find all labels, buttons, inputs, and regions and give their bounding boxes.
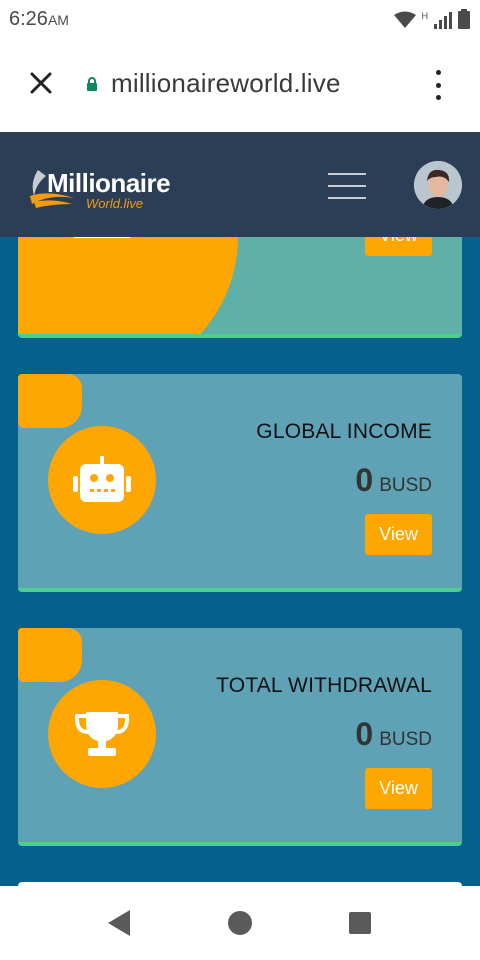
status-icons: H: [393, 9, 470, 29]
user-photo: [414, 161, 462, 209]
card-icon-circle: [48, 426, 156, 534]
close-icon[interactable]: [26, 68, 56, 98]
view-button[interactable]: View: [365, 514, 432, 555]
logo-title: Millionaire: [47, 168, 171, 198]
wifi-icon: [393, 11, 416, 28]
network-label: H: [421, 11, 429, 21]
card-accent-shape: [18, 374, 82, 428]
web-page: Millionaire World.live View: [0, 132, 480, 886]
status-ampm: AM: [47, 12, 69, 28]
site-header: Millionaire World.live: [0, 132, 480, 237]
hamburger-icon[interactable]: [328, 173, 366, 199]
amount-value: 0: [355, 716, 374, 752]
url-bar[interactable]: millionaireworld.live: [111, 68, 341, 99]
global-income-card: GLOBAL INCOME 0 BUSD View: [18, 374, 462, 592]
home-icon[interactable]: [228, 911, 252, 935]
trophy-icon: [74, 712, 130, 756]
card-title: TOTAL WITHDRAWAL: [216, 674, 432, 697]
card-title: GLOBAL INCOME: [256, 420, 432, 443]
card-amount: 0 BUSD: [355, 716, 432, 753]
status-time: 6:26AM: [9, 8, 69, 31]
view-button[interactable]: View: [365, 768, 432, 809]
logo-subtitle: World.live: [86, 196, 144, 211]
avatar[interactable]: [414, 161, 462, 209]
status-bar: 6:26AM H: [0, 0, 480, 40]
card-accent-shape: [18, 628, 82, 682]
recent-apps-icon[interactable]: [349, 912, 371, 934]
back-icon[interactable]: [108, 910, 130, 936]
total-withdrawal-card: TOTAL WITHDRAWAL 0 BUSD View: [18, 628, 462, 846]
status-time-value: 6:26: [9, 8, 48, 30]
amount-unit: BUSD: [379, 729, 432, 750]
browser-toolbar: millionaireworld.live: [0, 40, 480, 132]
battery-icon: [458, 9, 470, 29]
robot-icon: [73, 456, 131, 502]
amount-unit: BUSD: [379, 475, 432, 496]
more-vert-icon[interactable]: [426, 70, 450, 100]
signal-icon: [434, 12, 452, 29]
amount-value: 0: [355, 462, 374, 498]
card-icon-circle: [48, 680, 156, 788]
lock-icon: [87, 77, 97, 91]
system-nav-bar: [0, 886, 480, 960]
card-amount: 0 BUSD: [355, 462, 432, 499]
